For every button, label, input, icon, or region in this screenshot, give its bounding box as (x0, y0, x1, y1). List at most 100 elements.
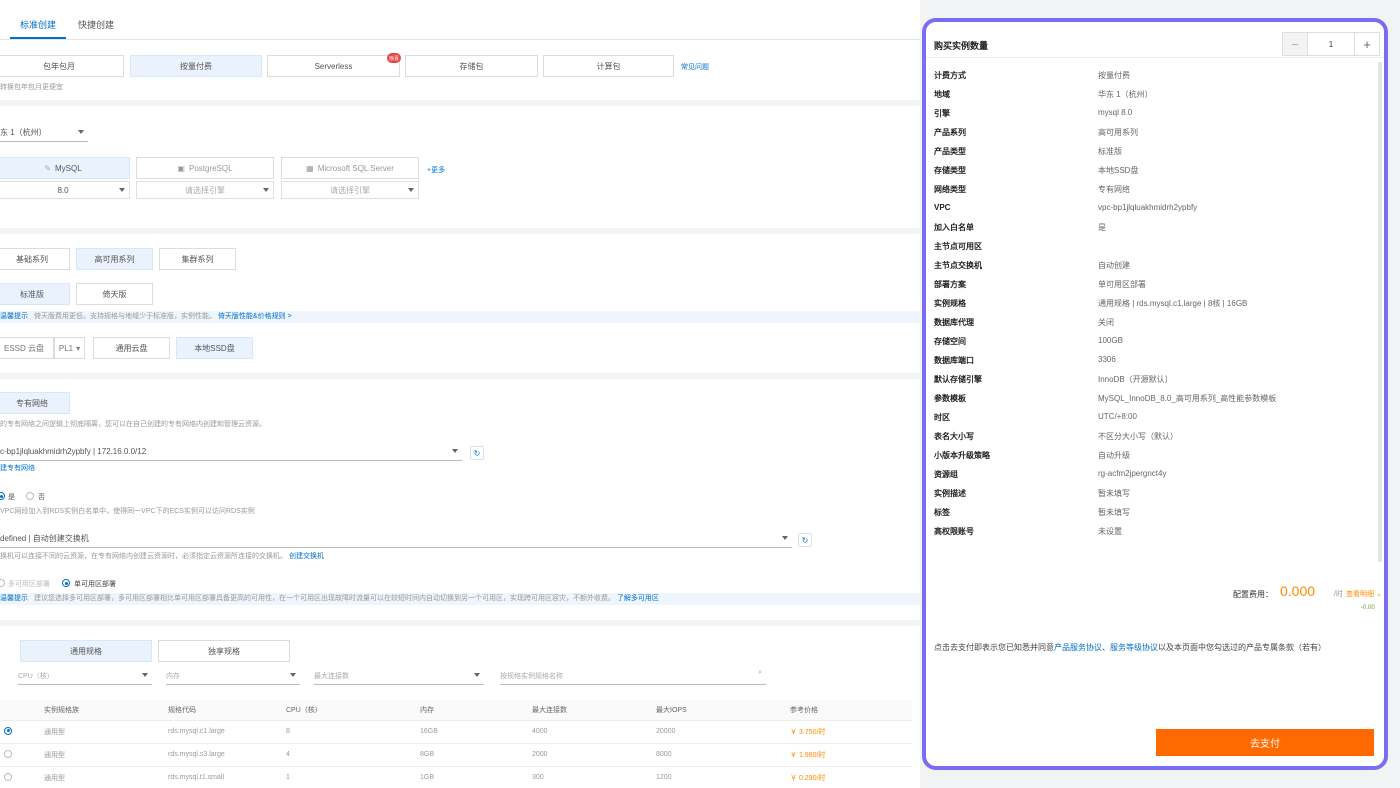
series-basic[interactable]: 基础系列 (0, 248, 70, 270)
summary-value: 不区分大小写（默认） (1098, 432, 1178, 441)
spec-general[interactable]: 通用规格 (20, 640, 152, 662)
row-radio-cell[interactable] (0, 766, 40, 788)
filter-cpu[interactable]: CPU（核） (18, 667, 152, 685)
spec-col-memory[interactable]: 内存 (416, 700, 528, 721)
table-cell: 300 (528, 766, 652, 788)
spec-dedicated[interactable]: 独享规格 (158, 640, 290, 662)
whitelist-yes-radio[interactable] (0, 492, 5, 500)
create-vpc-link[interactable]: 建专有网络 (0, 463, 35, 473)
tab-standard-create[interactable]: 标准创建 (20, 18, 56, 31)
edition-hint-text: 倚天版费用更低，支持规格与地域少于标准版，实例性能。 (33, 313, 216, 320)
deploy-hint-link[interactable]: 了解多可用区 (617, 595, 659, 602)
table-row[interactable]: 通用型 rds.mysql.s3.large 4 8GB 2000 8000 ￥… (0, 743, 912, 767)
storage-local-ssd[interactable]: 本地SSD盘 (176, 337, 253, 359)
summary-row: 加入白名单 是 (934, 222, 1374, 241)
order-summary-panel: 购买实例数量 − 1 + 计费方式 按量付费 地域 华东 1（杭州） 引擎 mysql 8… (922, 18, 1388, 770)
spec-col-code[interactable]: 规格代码 (164, 700, 282, 721)
summary-value: 未设置 (1098, 527, 1122, 536)
refresh-icon[interactable]: ↻ (798, 533, 812, 547)
table-row[interactable]: 通用型 rds.mysql.c1.large 8 16GB 4000 20000… (0, 720, 912, 744)
engine-sqlserver[interactable]: ▦ Microsoft SQL Server (281, 157, 419, 179)
vswitch-select[interactable]: defined | 自动创建交换机 (0, 530, 792, 548)
quantity-stepper[interactable]: − 1 + (1282, 32, 1380, 56)
storage-general-cloud[interactable]: 通用云盘 (93, 337, 170, 359)
engine-more-link[interactable]: +更多 (427, 165, 445, 175)
search-icon[interactable]: ⌕ (758, 669, 762, 677)
refresh-icon[interactable]: ↻ (470, 446, 484, 460)
summary-row: 小版本升级策略 自动升级 (934, 450, 1374, 469)
region-select[interactable]: 东 1（杭州） (0, 124, 88, 142)
row-radio[interactable] (4, 726, 12, 735)
deploy-single-radio[interactable] (62, 579, 70, 587)
edition-hint-link[interactable]: 倚天版性能&价格规则 > (218, 313, 292, 320)
billing-pay-as-you-go[interactable]: 按量付费 (130, 55, 262, 77)
row-radio-cell[interactable] (0, 720, 40, 744)
billing-serverless[interactable]: Serverless (267, 55, 400, 77)
row-radio-cell[interactable] (0, 743, 40, 767)
summary-row: 高权限账号 未设置 (934, 526, 1374, 545)
filter-max-conn[interactable]: 最大连接数 (314, 667, 484, 685)
summary-key: 标签 (934, 508, 950, 517)
spec-col-cpu[interactable]: CPU（核） (282, 700, 416, 721)
create-vswitch-link[interactable]: 创建交换机 (289, 553, 324, 560)
spec-col-max-conn[interactable]: 最大连接数 (528, 700, 652, 721)
summary-key: 产品系列 (934, 128, 966, 137)
spec-col-max-iops[interactable]: 最大IOPS (652, 700, 786, 721)
scrollbar[interactable] (1378, 62, 1382, 562)
fee-label: 配置费用： (1233, 590, 1273, 599)
summary-row: 存储空间 100GB (934, 336, 1374, 355)
summary-row: 参数模板 MySQL_InnoDB_8.0_高可用系列_高性能参数模板 (934, 393, 1374, 412)
tab-quick-create[interactable]: 快捷创建 (78, 18, 114, 31)
edition-standard[interactable]: 标准版 (0, 283, 70, 305)
deploy-single-label: 单可用区部署 (74, 581, 116, 588)
filter-spec-name[interactable]: 按规格实例规格名称 ⌕ (500, 667, 766, 685)
version-placeholder: 请选择引擎 (330, 185, 370, 195)
pay-button[interactable]: 去支付 (1156, 729, 1374, 756)
summary-value: 标准版 (1098, 147, 1122, 156)
service-agreement-link[interactable]: 产品服务协议 (1054, 643, 1102, 652)
series-cluster[interactable]: 集群系列 (159, 248, 236, 270)
sqlserver-icon: ▦ (306, 163, 314, 173)
storage-essd[interactable]: ESSD 云盘 (0, 337, 54, 359)
vpc-select[interactable]: c-bp1jlqluakhmidrh2ypbfy | 172.16.0.0/12 (0, 443, 462, 461)
billing-faq-link[interactable]: 常见问题 (681, 62, 709, 72)
table-cell-price: ￥ 0.290/时 (786, 766, 912, 788)
summary-value: 100GB (1098, 336, 1123, 345)
summary-key: 数据库端口 (934, 356, 974, 365)
spec-col-price[interactable]: 参考价格 (786, 700, 912, 721)
fee-detail-link[interactable]: 查看明细 ⌄ (1346, 589, 1382, 599)
billing-subscription[interactable]: 包年包月 (0, 55, 124, 77)
row-radio[interactable] (4, 772, 12, 781)
network-vpc[interactable]: 专有网络 (0, 392, 70, 414)
table-cell: 1 (282, 766, 416, 788)
storage-pl-select[interactable]: PL1 ▾ (54, 337, 85, 359)
billing-storage-pack[interactable]: 存储包 (405, 55, 538, 77)
fee-value: 0.000 (1280, 583, 1316, 599)
panel-title: 购买实例数量 (934, 41, 989, 51)
decrement-button[interactable]: − (1283, 33, 1307, 55)
spec-col-family[interactable]: 实例规格族 (40, 700, 164, 721)
engine-mysql[interactable]: ✎ MySQL (0, 157, 130, 179)
network-desc: 的专有网络之间逻辑上彻底隔离，您可以在自己创建的专有网络内创建和管理云资源。 (0, 421, 266, 428)
quantity-value[interactable]: 1 (1307, 33, 1355, 55)
row-radio[interactable] (4, 749, 12, 758)
version-select-postgresql[interactable]: 请选择引擎 (136, 181, 274, 199)
deploy-multi-radio[interactable] (0, 579, 5, 587)
summary-value: 本地SSD盘 (1098, 166, 1139, 175)
version-value: 8.0 (57, 185, 69, 195)
chevron-down-icon (263, 188, 269, 192)
engine-postgresql[interactable]: ▣ PostgreSQL (136, 157, 274, 179)
billing-compute-pack[interactable]: 计算包 (543, 55, 674, 77)
version-placeholder: 请选择引擎 (185, 185, 225, 195)
version-select-sqlserver[interactable]: 请选择引擎 (281, 181, 419, 199)
table-cell: 8000 (652, 743, 786, 767)
table-row[interactable]: 通用型 rds.mysql.t1.small 1 1GB 300 1200 ￥ … (0, 766, 912, 788)
postgresql-icon: ▣ (177, 163, 185, 173)
sla-link[interactable]: 服务等级协议 (1110, 643, 1158, 652)
increment-button[interactable]: + (1355, 33, 1379, 55)
filter-memory[interactable]: 内存 (166, 667, 300, 685)
edition-yitian[interactable]: 倚天版 (76, 283, 153, 305)
series-high-availability[interactable]: 高可用系列 (76, 248, 153, 270)
whitelist-no-radio[interactable] (26, 492, 34, 500)
version-select-mysql[interactable]: 8.0 (0, 181, 130, 199)
